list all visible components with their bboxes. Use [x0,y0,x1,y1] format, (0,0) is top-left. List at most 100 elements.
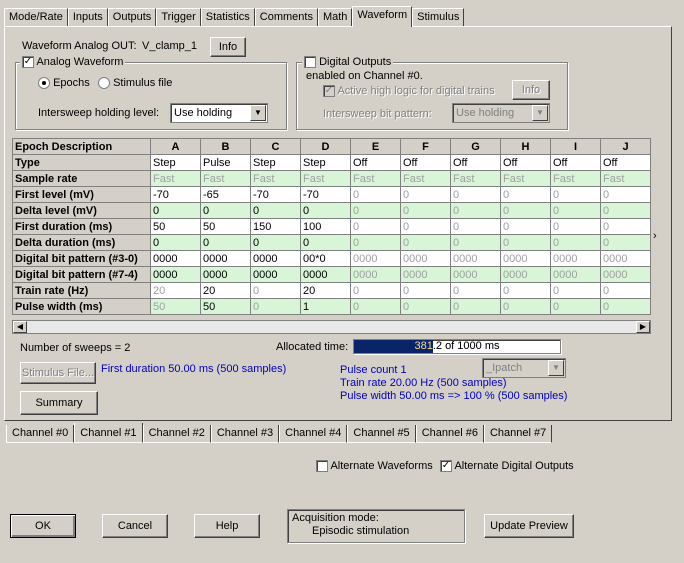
table-cell[interactable]: Off [350,154,401,171]
table-cell[interactable]: 0000 [150,266,201,283]
table-cell[interactable]: 0 [450,218,501,235]
table-cell[interactable]: 00*0 [300,250,351,267]
analog-waveform-checkbox-row[interactable]: ✓ Analog Waveform [20,56,126,69]
table-cell[interactable]: Step [250,154,301,171]
table-cell[interactable]: -70 [150,186,201,203]
table-cell[interactable]: Fast [600,170,651,187]
table-cell[interactable]: 0000 [400,250,451,267]
tab-waveform[interactable]: Waveform [352,6,413,27]
table-cell[interactable]: Fast [300,170,351,187]
intersweep-holding-select[interactable]: Use holding ▼ [170,103,268,123]
epoch-column-header[interactable]: A [150,138,201,155]
epoch-column-header[interactable]: D [300,138,351,155]
table-cell[interactable]: Step [150,154,201,171]
table-cell[interactable]: -70 [300,186,351,203]
tab-channel-1[interactable]: Channel #1 [74,423,143,443]
table-cell[interactable]: 0 [400,218,451,235]
table-cell[interactable]: 0 [500,202,551,219]
epoch-column-header[interactable]: C [250,138,301,155]
chevron-down-icon[interactable]: ▼ [548,360,564,376]
table-cell[interactable]: Off [450,154,501,171]
table-cell[interactable]: 0 [450,234,501,251]
table-cell[interactable]: 0 [550,218,601,235]
table-cell[interactable]: 0000 [550,266,601,283]
active-high-row[interactable]: ✓ Active high logic for digital trains [323,85,495,98]
table-cell[interactable]: Off [600,154,651,171]
table-cell[interactable]: 0000 [250,250,301,267]
table-cell[interactable]: 0000 [300,266,351,283]
table-cell[interactable]: 0 [450,282,501,299]
table-cell[interactable]: 1 [300,298,351,315]
tab-comments[interactable]: Comments [254,8,318,26]
table-cell[interactable]: 0000 [350,266,401,283]
stimulus-file-button[interactable]: Stimulus File... [20,362,96,384]
table-cell[interactable]: 0 [600,202,651,219]
intersweep-bit-select[interactable]: Use holding ▼ [452,103,550,123]
table-cell[interactable]: Fast [450,170,501,187]
ok-button[interactable]: OK [10,514,76,538]
table-cell[interactable]: 0 [600,218,651,235]
active-high-checkbox[interactable]: ✓ [323,85,335,98]
table-cell[interactable]: Fast [500,170,551,187]
analog-waveform-checkbox[interactable]: ✓ [22,56,34,69]
table-cell[interactable]: Step [300,154,351,171]
table-cell[interactable]: Pulse [200,154,251,171]
table-cell[interactable]: 0 [350,202,401,219]
table-cell[interactable]: 0000 [200,250,251,267]
tab-channel-3[interactable]: Channel #3 [210,425,280,443]
table-cell[interactable]: 100 [300,218,351,235]
table-cell[interactable]: 0 [350,218,401,235]
table-cell[interactable]: Fast [400,170,451,187]
epoch-column-header[interactable]: B [200,138,251,155]
table-cell[interactable]: 0 [400,202,451,219]
table-cell[interactable]: 0 [550,234,601,251]
table-cell[interactable]: 0 [350,234,401,251]
epochs-radio[interactable] [38,77,50,90]
table-cell[interactable]: 0 [250,282,301,299]
table-cell[interactable]: 0 [600,186,651,203]
table-cell[interactable]: 50 [200,298,251,315]
table-cell[interactable]: Fast [250,170,301,187]
table-cell[interactable]: 150 [250,218,301,235]
alternate-waveforms-checkbox[interactable] [316,460,328,473]
table-cell[interactable]: 20 [150,282,201,299]
table-cell[interactable]: 0 [500,282,551,299]
help-button[interactable]: Help [194,514,260,538]
tab-trigger[interactable]: Trigger [156,8,201,26]
table-cell[interactable]: 0 [500,218,551,235]
table-cell[interactable]: 0 [250,202,301,219]
digital-outputs-checkbox[interactable] [304,56,316,69]
table-cell[interactable]: 0 [550,282,601,299]
summary-button[interactable]: Summary [20,391,98,415]
table-cell[interactable]: Off [550,154,601,171]
info-button[interactable]: Info [210,37,246,57]
tab-inputs[interactable]: Inputs [67,8,108,26]
table-cell[interactable]: 0 [600,282,651,299]
ipatch-select[interactable]: _Ipatch ▼ [482,358,566,378]
table-cell[interactable]: 0 [500,234,551,251]
stimulus-file-radio[interactable] [98,77,110,90]
table-cell[interactable]: 0000 [600,250,651,267]
tab-channel-7[interactable]: Channel #7 [483,425,553,443]
table-cell[interactable]: 0000 [350,250,401,267]
table-cell[interactable]: 0 [150,202,201,219]
table-cell[interactable]: 0 [500,298,551,315]
tab-statistics[interactable]: Statistics [200,8,255,26]
table-cell[interactable]: 0000 [500,250,551,267]
tab-stimulus[interactable]: Stimulus [412,8,465,26]
table-cell[interactable]: 0 [550,186,601,203]
table-cell[interactable]: 0 [400,234,451,251]
table-cell[interactable]: 50 [150,218,201,235]
table-cell[interactable]: 50 [200,218,251,235]
table-cell[interactable]: Off [500,154,551,171]
chevron-down-icon[interactable]: ▼ [250,105,266,121]
table-cell[interactable]: 0 [200,234,251,251]
table-cell[interactable]: 0 [450,298,501,315]
table-cell[interactable]: 0 [450,202,501,219]
table-cell[interactable]: 0000 [450,250,501,267]
table-cell[interactable]: 0000 [200,266,251,283]
table-cell[interactable]: 0 [550,202,601,219]
table-cell[interactable]: 20 [200,282,251,299]
table-cell[interactable]: 50 [150,298,201,315]
table-cell[interactable]: 0 [350,186,401,203]
